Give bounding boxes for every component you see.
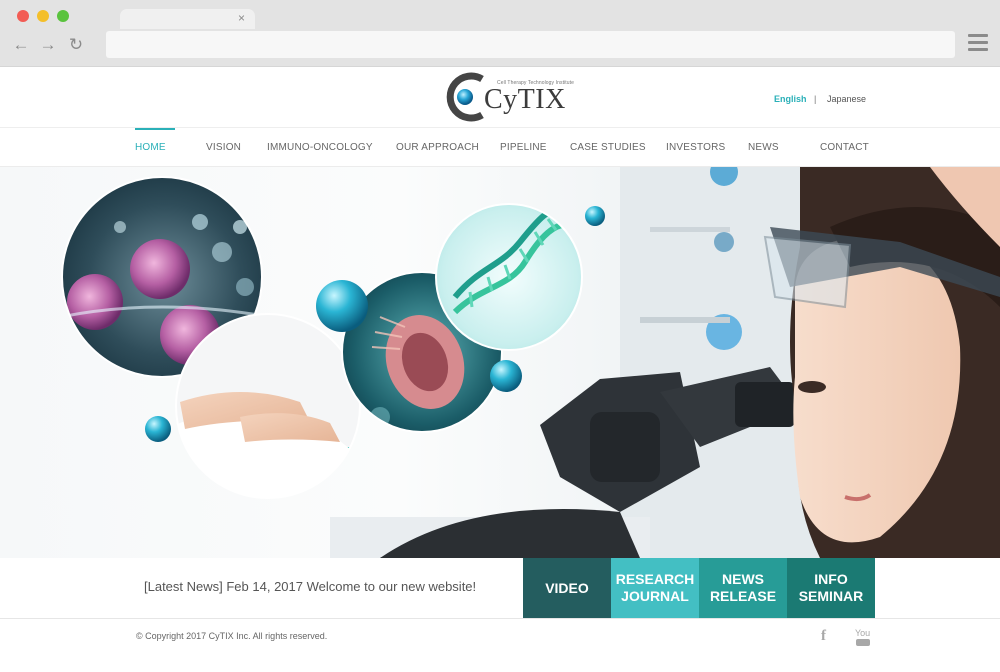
nav-investors[interactable]: INVESTORS [666,142,725,153]
latest-news-link[interactable]: [Latest News] Feb 14, 2017 Welcome to ou… [144,579,476,594]
nav-our-approach[interactable]: OUR APPROACH [396,142,479,153]
forward-arrow-icon[interactable]: → [39,36,57,54]
address-bar[interactable] [106,31,955,58]
nav-home[interactable]: HOME [135,142,166,153]
reload-icon[interactable]: ↻ [67,36,85,54]
nav-contact[interactable]: CONTACT [820,142,869,153]
hero-illustration [61,167,1000,558]
copyright-text: © Copyright 2017 CyTIX Inc. All rights r… [136,631,328,641]
nav-immuno-oncology[interactable]: IMMUNO-ONCOLOGY [267,142,373,153]
news-bar: [Latest News] Feb 14, 2017 Welcome to ou… [0,558,1000,619]
news-release-button[interactable]: NEWS RELEASE [699,558,787,618]
site-header: Cell Therapy Technology Institute CyTIX … [0,67,1000,127]
active-nav-indicator [135,128,175,130]
main-nav: HOME VISION IMMUNO-ONCOLOGY OUR APPROACH… [0,127,1000,167]
lang-japanese-link[interactable]: Japanese [827,94,866,105]
facebook-icon[interactable]: f [821,628,826,645]
nav-pipeline[interactable]: PIPELINE [500,142,547,153]
browser-tab[interactable]: × [120,9,255,29]
logo-wordmark: CyTIX [484,84,566,115]
site-footer: © Copyright 2017 CyTIX Inc. All rights r… [0,619,1000,672]
close-window-button[interactable] [17,10,29,22]
hamburger-menu-icon[interactable] [968,34,988,52]
youtube-icon-label: You [855,628,871,638]
minimize-window-button[interactable] [37,10,49,22]
maximize-window-button[interactable] [57,10,69,22]
back-arrow-icon[interactable]: ← [12,36,30,54]
close-tab-icon[interactable]: × [238,11,245,25]
lang-english-link[interactable]: English [774,94,807,105]
nav-vision[interactable]: VISION [206,142,241,153]
hero-banner [0,167,1000,558]
video-button[interactable]: VIDEO [523,558,611,618]
cytix-logo[interactable]: Cell Therapy Technology Institute CyTIX [440,70,574,124]
lang-separator: | [814,94,817,104]
research-journal-button[interactable]: RESEARCH JOURNAL [611,558,699,618]
youtube-icon[interactable]: You [855,629,870,648]
nav-news[interactable]: NEWS [748,142,779,153]
browser-chrome: × ← → ↻ [0,0,1000,67]
info-seminar-button[interactable]: INFO SEMINAR [787,558,875,618]
nav-case-studies[interactable]: CASE STUDIES [570,142,646,153]
